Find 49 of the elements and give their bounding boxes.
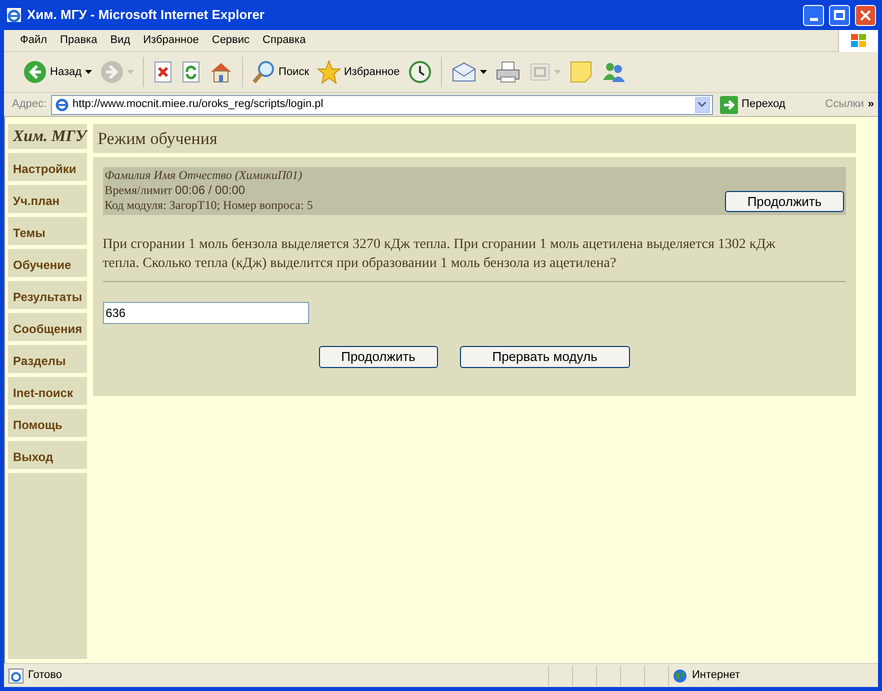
- people-icon: [600, 60, 627, 84]
- time-value: 00:06 / 00:00: [175, 183, 246, 198]
- stop-icon: [152, 61, 173, 83]
- windows-logo-icon: [850, 32, 868, 48]
- printer-icon: [494, 60, 521, 84]
- zone-text: Интернет: [692, 668, 740, 684]
- more-links-button[interactable]: »: [868, 96, 874, 113]
- browser-icon: [6, 7, 22, 23]
- back-button[interactable]: Назад: [22, 57, 93, 87]
- close-button[interactable]: [855, 4, 876, 26]
- maximize-button[interactable]: [829, 4, 850, 26]
- question-text: При сгорании 1 моль бензола выделяется 3270 кДж тепла. При сгорании 1 моль ацетилена выделяется 1302 кДж тепла. Сколько тепла (кДж) выделится при образовании 1 моль бензола из ацетилена?: [102, 236, 776, 273]
- minimize-button[interactable]: [803, 4, 824, 26]
- menu-item[interactable]: Вид: [110, 32, 130, 49]
- abort-module-button[interactable]: Прервать модуль: [460, 346, 630, 368]
- menu-item[interactable]: Справка: [262, 32, 306, 49]
- menu-item[interactable]: Правка: [60, 32, 98, 49]
- refresh-icon: [180, 61, 201, 83]
- search-button[interactable]: Поиск: [250, 57, 310, 87]
- history-icon: [408, 60, 432, 84]
- address-field[interactable]: http://www.mocnit.miee.ru/oroks_reg/scripts/login.pl: [50, 94, 713, 114]
- window-title: Хим. МГУ - Microsoft Internet Explorer: [27, 6, 266, 24]
- caret-icon: [698, 102, 706, 107]
- page-icon: [54, 96, 70, 112]
- favorites-button[interactable]: Избранное: [316, 57, 401, 87]
- site-title: Хим. МГУ: [13, 126, 87, 146]
- dropdown-button[interactable]: [694, 96, 710, 112]
- close-icon: [860, 10, 871, 20]
- page-icon: [8, 668, 24, 684]
- student-name: Фамилия Имя Отчество (ХимикиП01): [104, 168, 304, 183]
- go-button[interactable]: Переход: [716, 94, 788, 114]
- continue-button[interactable]: Продолжить: [725, 191, 844, 212]
- address-label: Адрес:: [12, 97, 47, 112]
- status-text: Готово: [28, 668, 62, 684]
- continue-button[interactable]: Продолжить: [318, 346, 438, 368]
- envelope-icon: [450, 61, 477, 83]
- menu-item[interactable]: Сервис: [212, 32, 250, 49]
- search-icon: [252, 60, 276, 84]
- home-icon: [208, 61, 233, 83]
- note-icon: [568, 60, 593, 84]
- star-icon: [317, 60, 342, 84]
- module-info: Код модуля: ЗагорТ10; Номер вопроса: 5: [104, 198, 314, 213]
- time-label: Время/лимит: [104, 183, 172, 198]
- document-icon: [528, 62, 551, 82]
- globe-icon: [673, 668, 687, 682]
- answer-field[interactable]: 636: [102, 302, 309, 324]
- menu-item[interactable]: Файл: [20, 32, 48, 49]
- page-title: Режим обучения: [98, 128, 218, 150]
- menu-item[interactable]: Избранное: [143, 32, 199, 49]
